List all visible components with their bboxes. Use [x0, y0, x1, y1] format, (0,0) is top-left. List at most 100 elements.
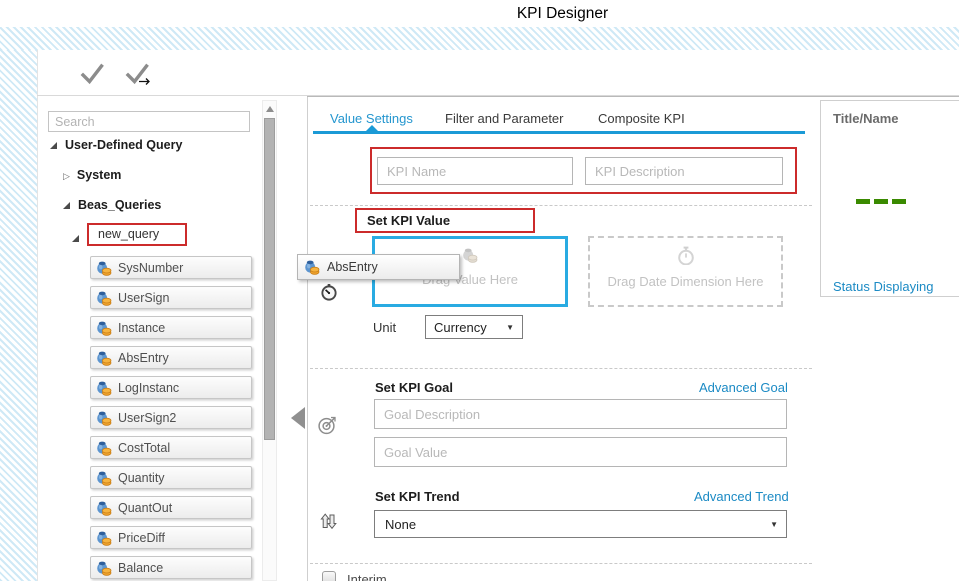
- active-tab-notch: [366, 125, 378, 131]
- measure-coins-icon: [96, 350, 112, 366]
- dragged-field-label: AbsEntry: [327, 260, 378, 274]
- toolbar: [37, 50, 959, 96]
- field-item-quantout[interactable]: QuantOut: [90, 496, 252, 519]
- kpi-name-input[interactable]: [377, 157, 573, 185]
- tree-expanded-icon[interactable]: [72, 235, 79, 242]
- measure-coins-icon: [96, 500, 112, 516]
- field-item-quantity[interactable]: Quantity: [90, 466, 252, 489]
- advanced-trend-link[interactable]: Advanced Trend: [694, 489, 789, 504]
- set-kpi-goal-title: Set KPI Goal: [375, 380, 453, 395]
- preview-title: Title/Name: [833, 111, 899, 126]
- preview-empty-value: [856, 199, 906, 204]
- stopwatch-icon: [676, 246, 696, 265]
- scroll-up-icon[interactable]: [266, 106, 274, 112]
- status-displaying-link[interactable]: Status Displaying: [833, 279, 933, 294]
- tree-expanded-icon[interactable]: [63, 202, 70, 209]
- measure-coins-icon: [96, 440, 112, 456]
- field-item-absentry[interactable]: AbsEntry: [90, 346, 252, 369]
- field-item-pricediff[interactable]: PriceDiff: [90, 526, 252, 549]
- tree-node-user-defined-query[interactable]: User-Defined Query: [50, 138, 182, 152]
- field-item-balance[interactable]: Balance: [90, 556, 252, 579]
- tree-node-label: new_query: [98, 227, 159, 241]
- collapse-sidebar-icon[interactable]: [291, 407, 305, 429]
- unit-selected-value: Currency: [434, 320, 487, 335]
- measure-coins-icon: [304, 259, 320, 275]
- field-item-sysnumber[interactable]: SysNumber: [90, 256, 252, 279]
- trend-select[interactable]: None ▼: [374, 510, 787, 538]
- tree-collapsed-icon[interactable]: ▷: [63, 171, 70, 182]
- section-separator: [310, 368, 812, 369]
- field-label: QuantOut: [118, 501, 172, 515]
- chevron-down-icon: ▼: [506, 323, 514, 332]
- measure-coins-icon: [96, 290, 112, 306]
- field-item-usersign2[interactable]: UserSign2: [90, 406, 252, 429]
- interim-checkbox[interactable]: [322, 571, 336, 581]
- page-title: KPI Designer: [166, 5, 959, 23]
- tree-node-beas-queries[interactable]: Beas_Queries: [63, 198, 161, 212]
- field-label: UserSign2: [118, 411, 176, 425]
- date-dimension-drop-zone[interactable]: Drag Date Dimension Here: [588, 236, 783, 307]
- field-label: Balance: [118, 561, 163, 575]
- field-label: UserSign: [118, 291, 169, 305]
- tab-value-settings[interactable]: Value Settings: [330, 111, 413, 126]
- kpi-designer-window: KPI Designer User-Defined Query ▷System …: [0, 0, 959, 581]
- field-label: PriceDiff: [118, 531, 165, 545]
- tab-underline: [313, 131, 805, 134]
- set-kpi-trend-title: Set KPI Trend: [375, 489, 460, 504]
- field-item-instance[interactable]: Instance: [90, 316, 252, 339]
- field-label: LogInstanc: [118, 381, 179, 395]
- gauge-icon: [320, 284, 338, 302]
- tree-node-label: System: [77, 168, 121, 182]
- field-item-costtotal[interactable]: CostTotal: [90, 436, 252, 459]
- sidebar-scrollbar[interactable]: [262, 100, 277, 581]
- dragged-field-absentry[interactable]: AbsEntry: [297, 254, 460, 280]
- goal-description-input[interactable]: [374, 399, 787, 429]
- scrollbar-thumb[interactable]: [264, 118, 275, 440]
- tab-filter-and-parameter[interactable]: Filter and Parameter: [445, 111, 564, 126]
- interim-label: Interim: [347, 572, 387, 581]
- confirm-and-next-icon[interactable]: [125, 62, 151, 86]
- measure-coins-icon: [96, 410, 112, 426]
- measure-coins-faded-icon: [462, 247, 478, 263]
- measure-coins-icon: [96, 380, 112, 396]
- decorative-stripe-band: [0, 27, 959, 50]
- search-input[interactable]: [48, 111, 250, 132]
- field-label: Quantity: [118, 471, 165, 485]
- arrow-right-icon: [139, 77, 151, 86]
- main-top-border: [307, 96, 959, 97]
- field-label: Instance: [118, 321, 165, 335]
- section-separator: [310, 563, 812, 564]
- unit-select[interactable]: Currency ▼: [425, 315, 523, 339]
- new-query-highlight-box: new_query: [87, 223, 187, 246]
- unit-label: Unit: [373, 320, 396, 335]
- field-label: AbsEntry: [118, 351, 169, 365]
- measure-coins-icon: [96, 530, 112, 546]
- trend-selected-value: None: [385, 517, 416, 532]
- tree-node-system[interactable]: ▷ System: [63, 168, 121, 182]
- drop-hint: Drag Date Dimension Here: [590, 274, 781, 289]
- field-label: CostTotal: [118, 441, 170, 455]
- field-label: SysNumber: [118, 261, 183, 275]
- tree-expanded-icon[interactable]: [50, 142, 57, 149]
- decorative-stripe-left: [0, 50, 37, 581]
- measure-coins-icon: [96, 260, 112, 276]
- panel-divider: [307, 96, 308, 581]
- kpi-preview-panel: Title/Name Status Displaying: [820, 100, 959, 297]
- field-item-usersign[interactable]: UserSign: [90, 286, 252, 309]
- set-kpi-value-title: Set KPI Value: [355, 208, 535, 233]
- measure-coins-icon: [96, 320, 112, 336]
- trend-arrows-icon: [318, 511, 338, 531]
- section-separator: [310, 205, 812, 206]
- kpi-description-input[interactable]: [585, 157, 783, 185]
- confirm-check-icon[interactable]: [80, 62, 106, 86]
- chevron-down-icon: ▼: [770, 520, 778, 529]
- advanced-goal-link[interactable]: Advanced Goal: [699, 380, 788, 395]
- tree-node-label: Beas_Queries: [78, 198, 161, 212]
- title-bar: KPI Designer: [0, 0, 959, 27]
- field-item-loginstanc[interactable]: LogInstanc: [90, 376, 252, 399]
- kpi-name-group-highlight: [370, 147, 797, 194]
- goal-value-input[interactable]: [374, 437, 787, 467]
- tab-composite-kpi[interactable]: Composite KPI: [598, 111, 685, 126]
- tree-node-new-query[interactable]: new_query: [72, 227, 187, 250]
- measure-coins-icon: [96, 470, 112, 486]
